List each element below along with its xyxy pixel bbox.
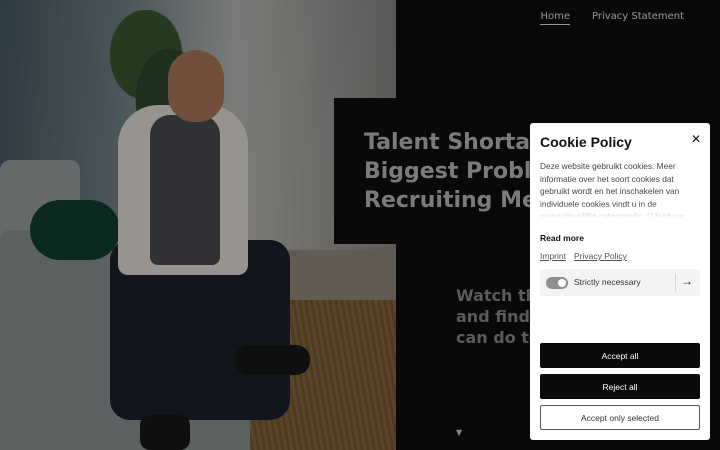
divider xyxy=(675,274,676,292)
cookie-title: Cookie Policy xyxy=(540,134,632,150)
imprint-link[interactable]: Imprint xyxy=(540,251,566,261)
privacy-policy-link[interactable]: Privacy Policy xyxy=(574,251,627,261)
category-label: Strictly necessary xyxy=(574,277,641,287)
reject-all-button[interactable]: Reject all xyxy=(540,374,700,399)
arrow-right-icon[interactable]: → xyxy=(681,274,693,288)
cookie-dialog: Cookie Policy ✕ Deze website gebruikt co… xyxy=(530,123,710,440)
policy-links: Imprint Privacy Policy xyxy=(540,251,627,261)
read-more-link[interactable]: Read more xyxy=(540,233,584,243)
strictly-necessary-toggle[interactable] xyxy=(546,277,568,289)
accept-all-button[interactable]: Accept all xyxy=(540,343,700,368)
close-icon[interactable]: ✕ xyxy=(691,132,701,146)
accept-selected-button[interactable]: Accept only selected xyxy=(540,405,700,430)
cookie-category-strictly-necessary: Strictly necessary → xyxy=(540,269,700,296)
cookie-description: Deze website gebruikt cookies. Meer info… xyxy=(540,160,700,218)
